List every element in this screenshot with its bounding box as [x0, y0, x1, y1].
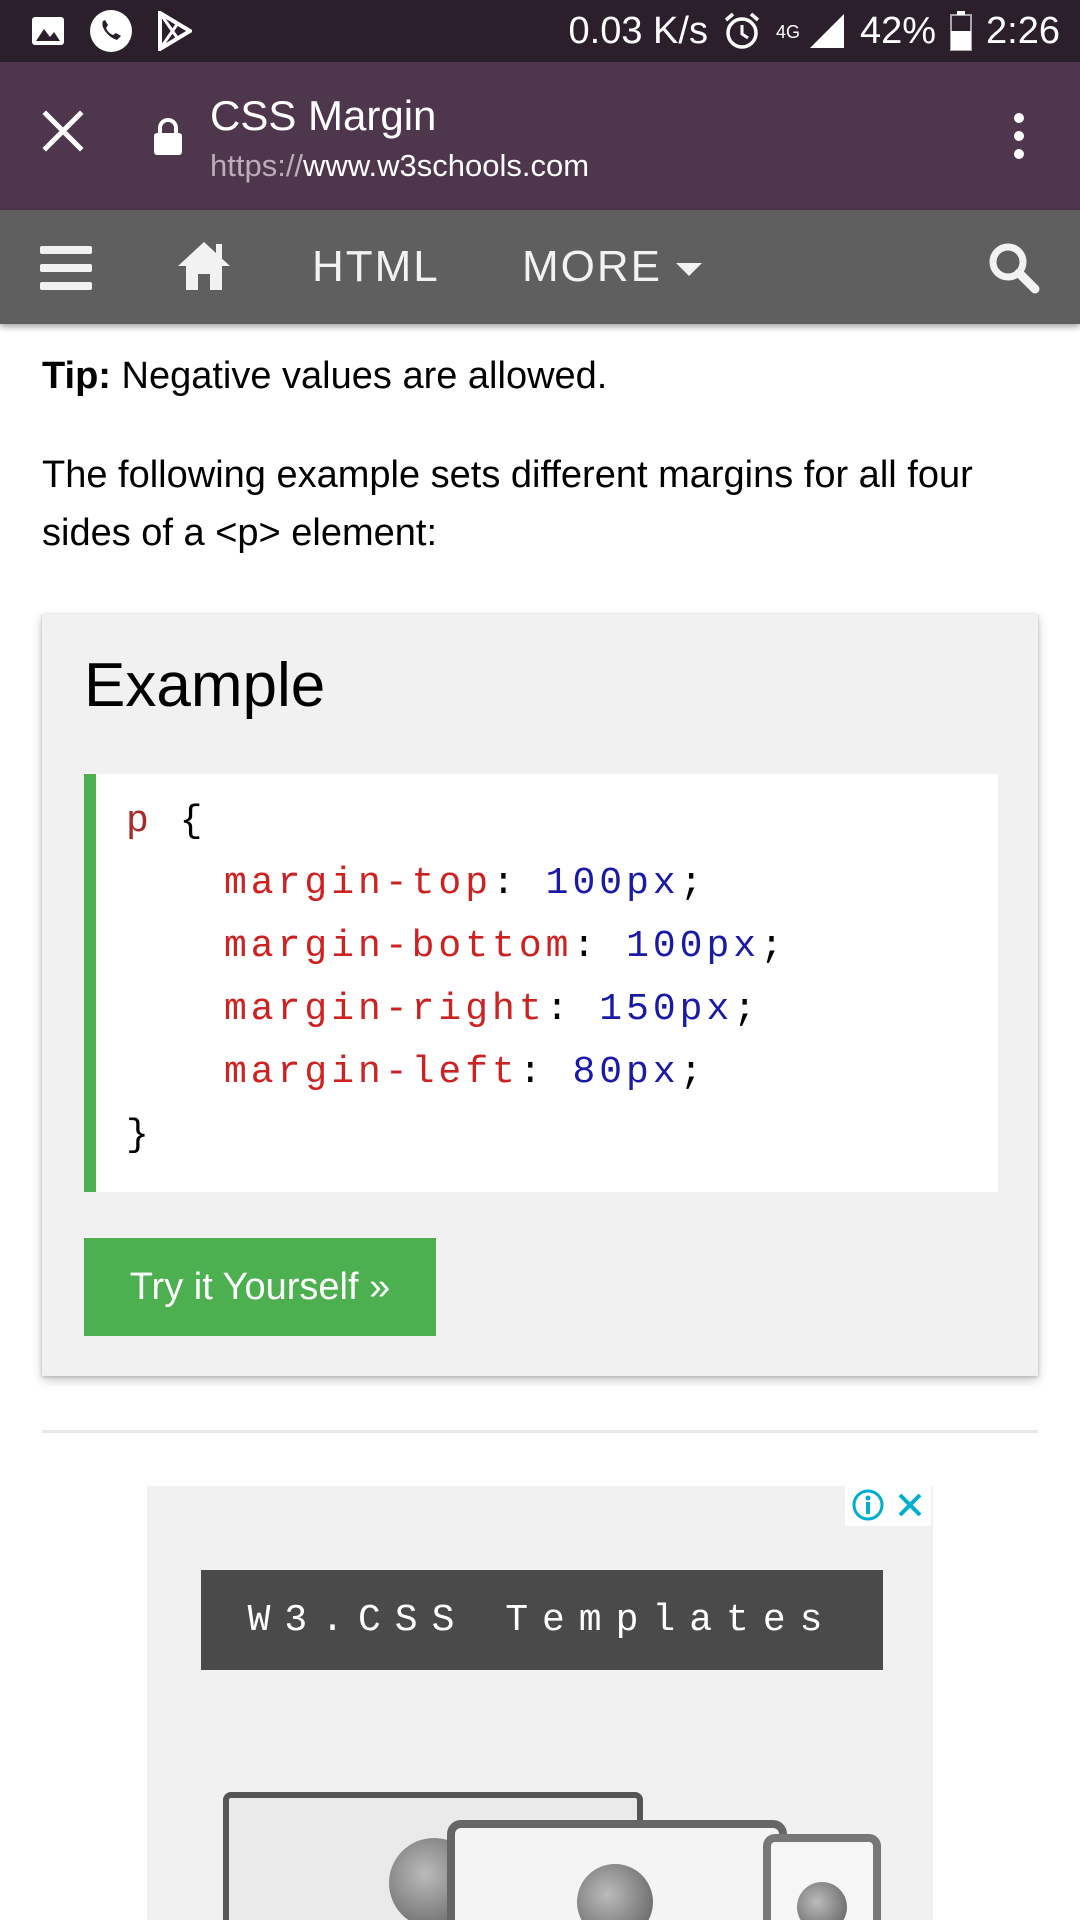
caret-down-icon — [676, 262, 702, 276]
code-line-declaration: margin-left: 80px; — [224, 1051, 707, 1094]
code-property: margin-bottom — [224, 925, 573, 968]
ad-info-icon[interactable] — [851, 1488, 885, 1522]
code-close-brace: } — [126, 1114, 153, 1157]
tip-label: Tip: — [42, 355, 111, 397]
code-line-selector: p { — [126, 800, 206, 843]
code-property: margin-left — [224, 1051, 519, 1094]
tip-body: Negative values are allowed. — [110, 355, 608, 397]
code-block: p { margin-top: 100px; margin-bottom: 10… — [84, 774, 998, 1192]
divider — [42, 1430, 1038, 1433]
image-icon — [30, 13, 66, 49]
nav-more-label: MORE — [522, 242, 662, 291]
ad-banner-title: W3.CSS Templates — [201, 1570, 883, 1670]
site-nav: HTML MORE — [0, 210, 1080, 324]
code-line-declaration: margin-bottom: 100px; — [224, 925, 787, 968]
code-property: margin-right — [224, 988, 546, 1031]
code-value: 80px — [572, 1051, 680, 1094]
home-button[interactable] — [176, 238, 232, 292]
clock: 2:26 — [986, 9, 1060, 52]
network-speed: 0.03 K/s — [568, 9, 708, 52]
ad-close-icon[interactable] — [895, 1490, 925, 1520]
play-store-icon — [156, 11, 192, 51]
page-title: CSS Margin — [210, 92, 437, 139]
whatsapp-icon — [88, 8, 134, 54]
nav-html[interactable]: HTML — [312, 242, 440, 292]
code-value: 100px — [626, 925, 761, 968]
status-bar: 0.03 K/s 4G 42% 2:26 — [0, 0, 1080, 62]
intro-paragraph: The following example sets different mar… — [42, 454, 973, 554]
code-value: 100px — [545, 862, 680, 905]
url-host: www.w3schools.com — [303, 148, 590, 183]
tip-text: Tip: Negative values are allowed. — [42, 350, 607, 402]
network-type: 4G — [775, 21, 800, 42]
code-line-declaration: margin-top: 100px; — [224, 862, 707, 905]
code-line-close: } — [126, 1114, 153, 1157]
nav-more[interactable]: MORE — [522, 242, 702, 292]
hamburger-icon — [40, 246, 92, 290]
close-icon — [42, 110, 84, 152]
signal-icon — [808, 12, 846, 50]
url-scheme: https:// — [210, 148, 304, 183]
lock-icon[interactable] — [152, 116, 184, 156]
browser-toolbar: CSS Margin https://www.w3schools.com — [0, 62, 1080, 210]
home-icon — [178, 242, 230, 290]
overflow-menu-button[interactable] — [1004, 110, 1034, 162]
search-icon — [989, 243, 1040, 294]
close-tab-button[interactable] — [38, 106, 88, 156]
hamburger-menu-button[interactable] — [40, 246, 94, 290]
example-box: Example p { margin-top: 100px; margin-bo… — [42, 614, 1038, 1376]
page-url[interactable]: https://www.w3schools.com — [210, 148, 589, 184]
tablet-image — [447, 1820, 787, 1920]
code-line-declaration: margin-right: 150px; — [224, 988, 761, 1031]
code-property: margin-top — [224, 862, 493, 905]
battery-icon — [950, 11, 973, 51]
search-button[interactable] — [986, 240, 1040, 294]
example-heading: Example — [84, 651, 326, 720]
alarm-icon — [722, 11, 762, 51]
phone-image — [763, 1834, 881, 1920]
code-value: 150px — [599, 988, 734, 1031]
ad-banner[interactable]: W3.CSS Templates — [147, 1486, 933, 1920]
more-vertical-icon — [1014, 113, 1024, 159]
battery-percent: 42% — [859, 9, 937, 52]
code-selector: p — [126, 800, 153, 843]
code-open-brace: { — [179, 800, 207, 843]
try-it-yourself-button[interactable]: Try it Yourself » — [84, 1238, 436, 1336]
